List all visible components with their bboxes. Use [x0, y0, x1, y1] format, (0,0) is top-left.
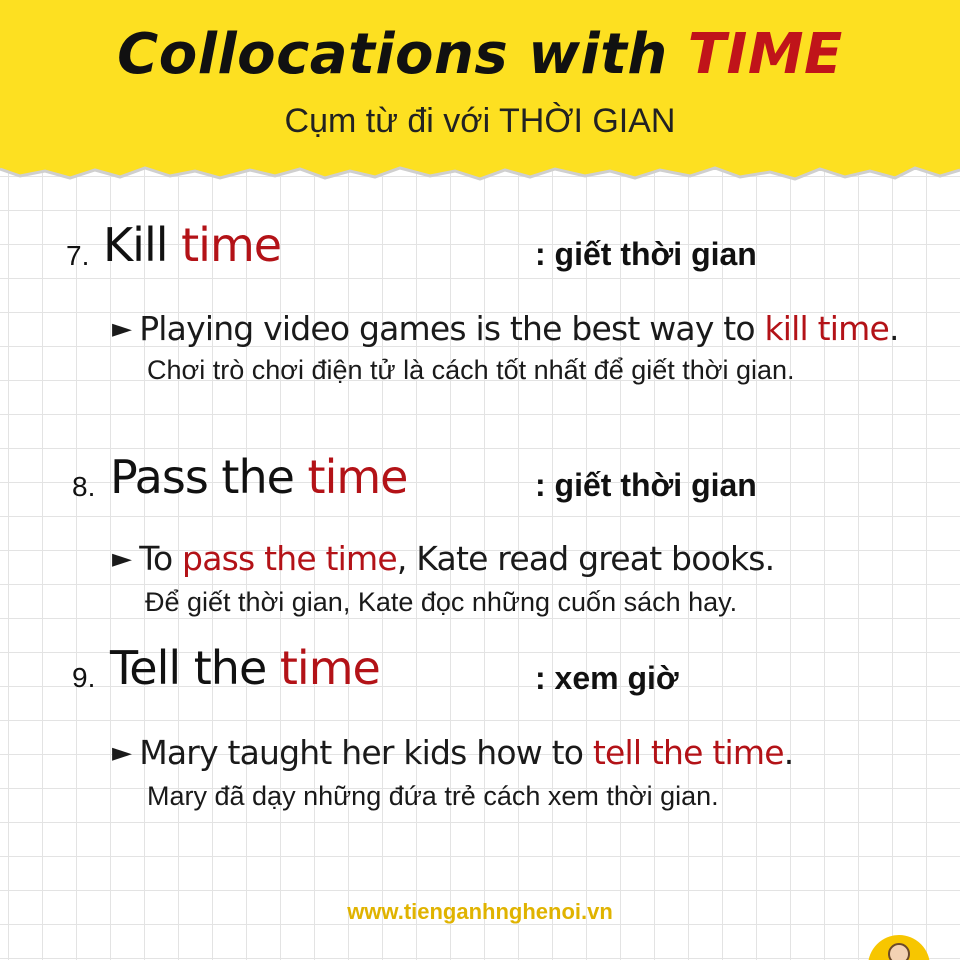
phrase-plain: Kill [103, 218, 182, 272]
header-banner: Collocations with TIME Cụm từ đi với THỜ… [0, 0, 960, 185]
page-subtitle: Cụm từ đi với THỜI GIAN [284, 102, 676, 140]
entry-number: 9. [72, 662, 96, 693]
phrase-highlight: time [307, 450, 409, 504]
entry-meaning: : giết thời gian [535, 467, 757, 503]
page-title: Collocations with TIME [0, 22, 960, 87]
example-highlight: tell the time [592, 733, 785, 772]
example-text-end: , Kate read great books. [396, 539, 775, 578]
entry-meaning: : giết thời gian [535, 236, 757, 272]
entry-number: 7. [66, 240, 90, 271]
entry-phrase: Tell the time [110, 641, 381, 695]
entry-phrase: Kill time [103, 218, 282, 272]
entry-number: 8. [72, 471, 96, 502]
bullet-triangle-icon: ► [112, 314, 132, 344]
mascot-avatar [868, 935, 930, 960]
entry-translation: Mary đã dạy những đứa trẻ cách xem thời … [147, 781, 719, 811]
title-highlight: TIME [687, 22, 843, 87]
phrase-plain: Tell the [110, 641, 280, 695]
entry-translation: Chơi trò chơi điện tử là cách tốt nhất đ… [147, 355, 795, 385]
phrase-plain: Pass the [110, 450, 308, 504]
bullet-triangle-icon: ► [112, 738, 132, 768]
entry-example: ► To pass the time, Kate read great books… [112, 539, 775, 578]
example-text: Playing video games is the best way to [139, 309, 765, 348]
title-prefix: Collocations with [117, 22, 688, 87]
mascot-face-icon [888, 943, 910, 960]
entry-translation: Để giết thời gian, Kate đọc những cuốn s… [145, 587, 738, 617]
entry-meaning: : xem giờ [535, 660, 679, 696]
phrase-highlight: time [279, 641, 381, 695]
example-text: To [139, 539, 183, 578]
example-text-end: . [783, 733, 794, 772]
website-link[interactable]: www.tienganhnghenoi.vn [0, 899, 960, 925]
example-text: Mary taught her kids how to [139, 733, 593, 772]
example-text-end: . [888, 309, 899, 348]
example-highlight: kill time [764, 309, 890, 348]
entry-phrase: Pass the time [110, 450, 409, 504]
phrase-highlight: time [181, 218, 282, 272]
example-highlight: pass the time [182, 539, 398, 578]
bullet-triangle-icon: ► [112, 544, 132, 574]
entry-example: ► Mary taught her kids how to tell the ti… [112, 733, 794, 772]
entry-example: ► Playing video games is the best way to … [112, 309, 899, 348]
